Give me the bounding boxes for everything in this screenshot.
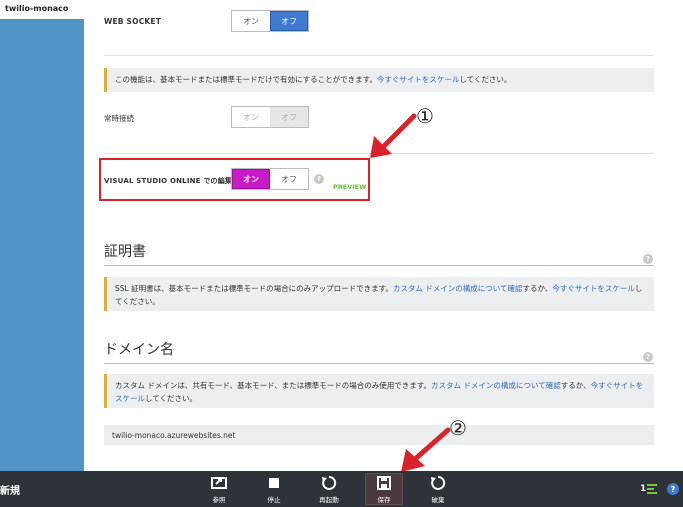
- hostname-field: twilio-monaco.azurewebsites.net: [104, 425, 654, 445]
- domains-notice-suffix: してください。: [145, 394, 198, 403]
- websocket-label: WEB SOCKET: [104, 17, 162, 26]
- domains-rule: [104, 363, 654, 364]
- browse-icon: [210, 475, 228, 491]
- domains-title: ドメイン名: [104, 342, 174, 358]
- discard-icon: [430, 475, 446, 491]
- custom-domain-link[interactable]: カスタム ドメインの構成について確認: [431, 381, 561, 390]
- vso-on-option[interactable]: オン: [232, 169, 270, 189]
- sidebar: twilio-monaco: [0, 0, 84, 471]
- websocket-on-option[interactable]: オン: [232, 11, 270, 31]
- vso-off-option[interactable]: オフ: [270, 169, 308, 189]
- certificates-notice: SSL 証明書は、基本モードまたは標準モードの場合にのみアップロードできます。カ…: [104, 277, 654, 311]
- certificates-title: 証明書: [104, 244, 146, 260]
- certificates-rule: [104, 265, 654, 266]
- annotation-arrow-2-icon: [401, 427, 451, 472]
- vso-help-icon[interactable]: ?: [314, 174, 324, 184]
- save-label: 保存: [377, 496, 391, 504]
- sidebar-strip: [84, 0, 96, 471]
- websocket-toggle[interactable]: オン オフ: [231, 10, 309, 32]
- save-icon: [376, 475, 392, 491]
- certificates-help-icon[interactable]: ?: [643, 254, 653, 264]
- preview-badge: PREVIEW: [333, 183, 367, 191]
- notification-count[interactable]: 1: [640, 484, 646, 494]
- scale-site-link[interactable]: 今すぐサイトをスケール: [377, 75, 460, 84]
- always-on-off-option[interactable]: オフ: [270, 107, 308, 127]
- site-name-tab[interactable]: twilio-monaco: [0, 0, 84, 19]
- discard-label: 破棄: [431, 496, 445, 504]
- mode-notice-suffix: してください。: [459, 75, 512, 84]
- stop-icon: [267, 475, 281, 491]
- discard-button[interactable]: 破棄: [418, 475, 458, 505]
- domains-notice: カスタム ドメインは、共有モード、基本モード、または標準モードの場合のみ使用でき…: [104, 374, 654, 408]
- mode-notice-text: この機能は、基本モードまたは標準モードだけで有効にすることができます。: [115, 75, 377, 84]
- scale-site-link[interactable]: 今すぐサイトをスケール: [552, 284, 635, 293]
- restart-label: 再起動: [319, 496, 339, 504]
- annotation-arrow-1-icon: [370, 113, 417, 158]
- browse-label: 参照: [212, 496, 226, 504]
- always-on-toggle[interactable]: オン オフ: [231, 106, 309, 128]
- browse-button[interactable]: 参照: [199, 475, 239, 505]
- custom-domain-link[interactable]: カスタム ドメインの構成について確認: [393, 284, 523, 293]
- websocket-off-option[interactable]: オフ: [270, 11, 308, 31]
- always-on-label: 常時接続: [104, 114, 134, 123]
- annotation-marker-1: ①: [416, 104, 434, 128]
- divider: [104, 55, 654, 56]
- restart-icon: [321, 475, 337, 491]
- new-button[interactable]: 新規: [0, 482, 20, 497]
- domains-help-icon[interactable]: ?: [643, 352, 653, 362]
- domains-notice-text: カスタム ドメインは、共有モード、基本モード、または標準モードの場合のみ使用でき…: [115, 381, 432, 390]
- certificates-notice-mid: するか、: [522, 284, 553, 293]
- domains-notice-mid: するか、: [560, 381, 591, 390]
- certificates-notice-text: SSL 証明書は、基本モードまたは標準モードの場合にのみアップロードできます。: [115, 284, 393, 293]
- stop-label: 停止: [267, 496, 281, 504]
- vso-toggle[interactable]: オン オフ: [231, 168, 309, 190]
- mode-notice: この機能は、基本モードまたは標準モードだけで有効にすることができます。今すぐサイ…: [104, 68, 654, 92]
- vso-label: VISUAL STUDIO ONLINE での編集: [104, 177, 233, 185]
- save-button[interactable]: 保存: [364, 475, 404, 505]
- activity-list-icon[interactable]: [647, 483, 659, 495]
- always-on-on-option[interactable]: オン: [232, 107, 270, 127]
- stop-button[interactable]: 停止: [254, 475, 294, 505]
- restart-button[interactable]: 再起動: [309, 475, 349, 505]
- help-icon[interactable]: ?: [667, 483, 679, 495]
